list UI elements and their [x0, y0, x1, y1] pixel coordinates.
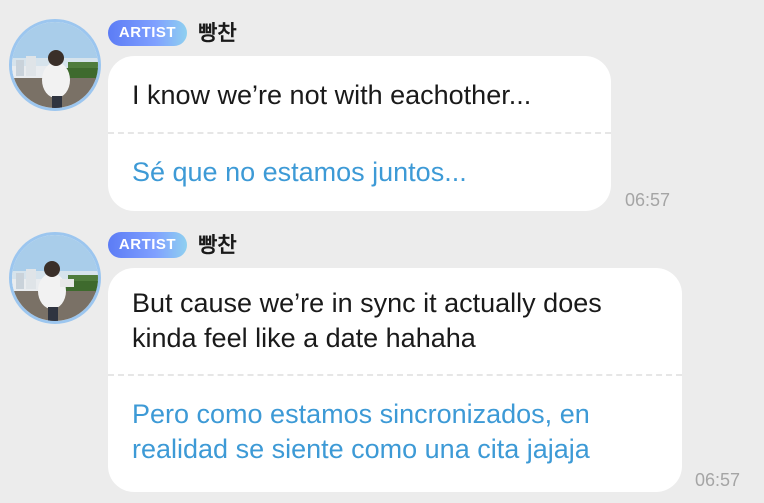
sender-name: 빵찬	[198, 233, 237, 257]
bubble-divider	[108, 374, 682, 376]
message-bubble[interactable]: But cause we’re in sync it actually does…	[108, 268, 682, 492]
artist-badge: ARTIST	[108, 232, 187, 258]
original-text: But cause we’re in sync it actually does…	[132, 288, 602, 353]
message-timestamp: 06:57	[695, 470, 741, 490]
translation-text: Pero como estamos sincronizados, en real…	[132, 399, 590, 464]
chat-message: ARTIST 빵찬 But cause we’re in sync it act…	[0, 0, 764, 503]
avatar[interactable]	[9, 232, 101, 324]
avatar-photo	[12, 235, 98, 321]
